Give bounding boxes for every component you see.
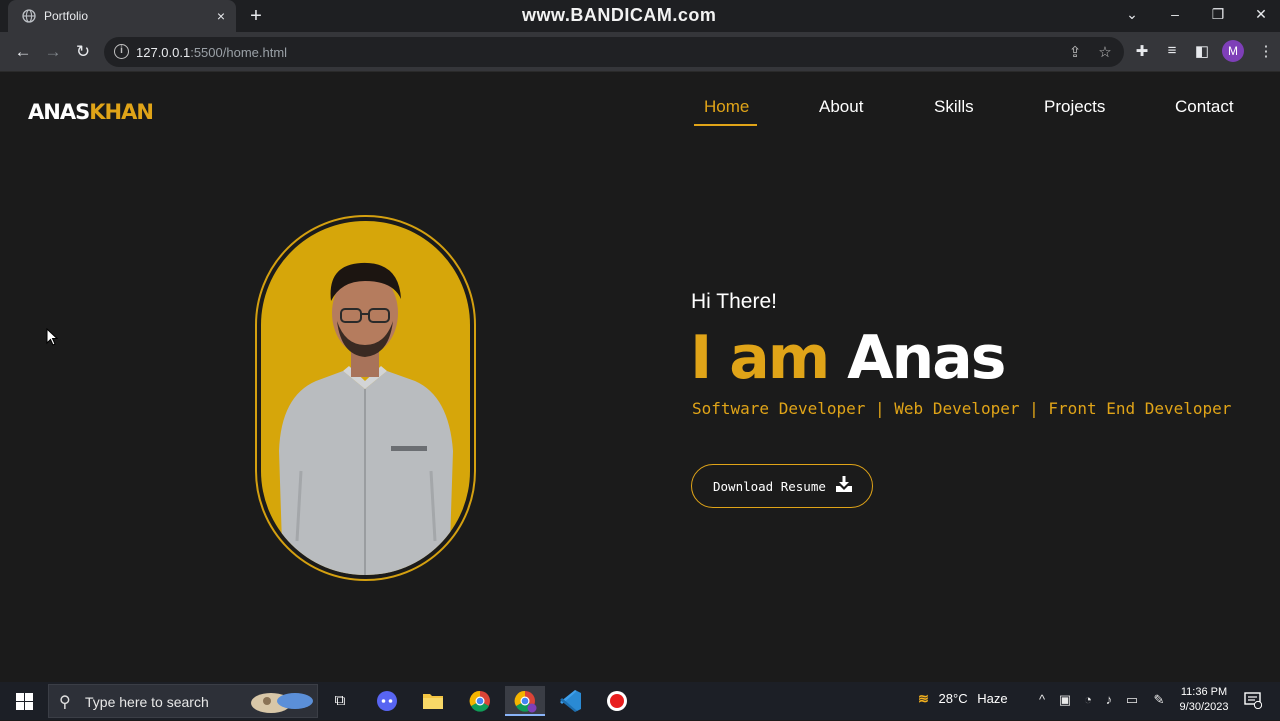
site-info-icon[interactable]: i xyxy=(114,44,129,59)
back-arrow-icon[interactable]: ← xyxy=(12,41,34,63)
person-portrait xyxy=(279,262,453,575)
more-menu-icon[interactable]: ⋮ xyxy=(1256,42,1276,60)
url-text[interactable]: 127.0.0.1:5500/home.html xyxy=(136,45,287,60)
close-window-button[interactable]: ✕ xyxy=(1251,6,1271,23)
tab-search-chevron-icon[interactable]: ⌄ xyxy=(1122,6,1142,23)
vscode-app[interactable] xyxy=(551,686,591,716)
speaker-volume-icon[interactable]: ♪ xyxy=(1100,692,1118,707)
new-tab-button[interactable]: + xyxy=(246,5,266,27)
discord-app[interactable] xyxy=(367,686,407,716)
side-panel-icon[interactable]: ◧ xyxy=(1192,42,1212,60)
logo-last-name: KHAN xyxy=(89,100,154,124)
file-explorer-app[interactable] xyxy=(413,686,453,716)
pen-workspace-icon[interactable]: ✎ xyxy=(1150,692,1168,708)
show-hidden-icons-chevron-icon[interactable]: ^ xyxy=(1033,692,1051,707)
clock-date: 9/30/2023 xyxy=(1179,701,1229,713)
vscode-icon xyxy=(560,690,581,712)
windows-taskbar: ⚲ Type here to search ⧉ ≋ 28°C Haze ^ ▣ … xyxy=(0,682,1280,720)
chrome-profile-app[interactable] xyxy=(505,686,545,716)
profile-photo xyxy=(261,221,470,575)
search-highlight-doodle xyxy=(251,693,313,713)
url-host: 127.0.0.1 xyxy=(136,45,191,60)
task-view-icon[interactable]: ⧉ xyxy=(330,692,350,709)
browser-tab-strip: Portfolio × + www.BANDICAM.com ⌄ – ❐ ✕ xyxy=(0,0,1280,32)
profile-avatar[interactable]: M xyxy=(1222,40,1244,62)
chrome-profile-icon xyxy=(514,690,537,713)
forward-arrow-icon[interactable]: → xyxy=(42,41,64,63)
profile-photo-frame xyxy=(255,215,476,581)
tab-title: Portfolio xyxy=(44,9,89,23)
folder-icon xyxy=(423,694,443,709)
weather-condition: Haze xyxy=(977,691,1008,706)
headline-intro: I am xyxy=(690,323,830,393)
browser-tab[interactable]: Portfolio × xyxy=(8,0,236,32)
mouse-cursor-icon xyxy=(46,328,58,346)
nav-projects[interactable]: Projects xyxy=(1044,97,1105,117)
bandicam-app[interactable] xyxy=(597,686,637,716)
discord-icon xyxy=(377,691,397,711)
weather-widget[interactable]: ≋ 28°C Haze xyxy=(918,691,1008,707)
chrome-icon xyxy=(469,690,490,712)
logo-first-name: ANAS xyxy=(28,100,90,124)
battery-icon[interactable]: ▭ xyxy=(1123,692,1141,708)
meet-now-icon[interactable]: ▣ xyxy=(1056,692,1074,708)
globe-icon xyxy=(22,9,36,23)
clock-time: 11:36 PM xyxy=(1180,686,1228,698)
hero-headline: I am Anas xyxy=(690,322,1006,394)
reload-icon[interactable]: ↻ xyxy=(72,41,94,63)
active-nav-underline xyxy=(694,124,757,126)
taskbar-search-box[interactable]: ⚲ Type here to search xyxy=(48,684,318,718)
url-path: :5500/home.html xyxy=(190,45,288,60)
download-resume-button[interactable]: Download Resume xyxy=(691,464,873,508)
restore-window-button[interactable]: ❐ xyxy=(1208,6,1228,23)
system-clock[interactable]: 11:36 PM 9/30/2023 xyxy=(1176,685,1232,715)
recording-watermark: www.BANDICAM.com xyxy=(522,5,717,25)
address-bar[interactable]: i 127.0.0.1:5500/home.html ⇪ ☆ xyxy=(104,37,1124,67)
download-resume-label: Download Resume xyxy=(713,479,826,494)
nav-about[interactable]: About xyxy=(819,97,863,117)
wifi-icon[interactable]: ◔ xyxy=(1079,692,1097,707)
portfolio-page: ANASKHAN Home About Skills Projects Cont… xyxy=(0,72,1280,682)
bookmark-star-icon[interactable]: ☆ xyxy=(1096,43,1114,61)
windows-start-icon[interactable] xyxy=(16,693,33,710)
nav-skills[interactable]: Skills xyxy=(934,97,974,117)
search-icon: ⚲ xyxy=(59,694,71,711)
browser-toolbar: ← → ↻ i 127.0.0.1:5500/home.html ⇪ ☆ ✚ ≡… xyxy=(0,32,1280,72)
nav-home[interactable]: Home xyxy=(704,97,749,117)
close-tab-icon[interactable]: × xyxy=(212,7,230,25)
weather-temperature: 28°C xyxy=(938,691,968,706)
greeting-text: Hi There! xyxy=(691,290,777,313)
extensions-puzzle-icon[interactable]: ✚ xyxy=(1132,42,1152,60)
notification-center-icon[interactable] xyxy=(1244,691,1262,709)
headline-name: Anas xyxy=(847,323,1006,393)
download-icon xyxy=(836,476,852,492)
record-icon xyxy=(607,691,627,711)
minimize-window-button[interactable]: – xyxy=(1165,6,1185,22)
weather-haze-icon: ≋ xyxy=(918,691,929,706)
share-icon[interactable]: ⇪ xyxy=(1066,43,1084,61)
roles-text: Software Developer | Web Developer | Fro… xyxy=(692,399,1232,418)
chrome-app[interactable] xyxy=(460,686,500,716)
site-logo[interactable]: ANASKHAN xyxy=(28,100,154,124)
nav-contact[interactable]: Contact xyxy=(1175,97,1234,117)
search-placeholder: Type here to search xyxy=(85,694,209,710)
reading-list-icon[interactable]: ≡ xyxy=(1162,42,1182,59)
